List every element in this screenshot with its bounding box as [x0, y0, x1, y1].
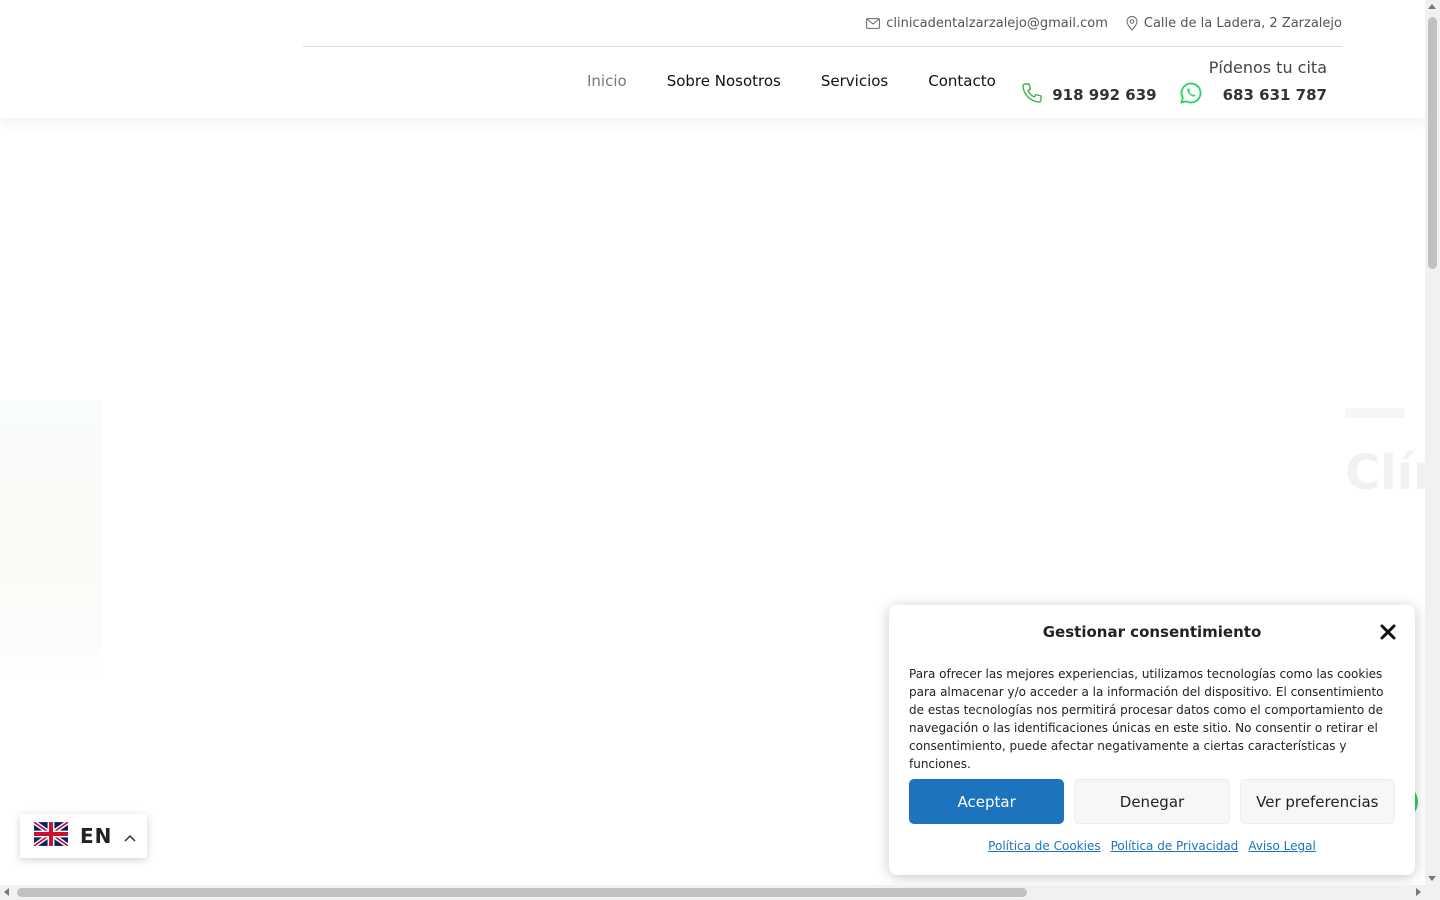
- hero-faded-tagline: [1345, 408, 1405, 418]
- deny-button[interactable]: Denegar: [1074, 779, 1230, 824]
- nav-inicio[interactable]: Inicio: [587, 72, 627, 90]
- topbar-address[interactable]: Calle de la Ladera, 2 Zarzalejo: [1126, 16, 1342, 31]
- mail-icon: [866, 17, 881, 29]
- horizontal-scroll-thumb[interactable]: [17, 888, 1027, 897]
- whatsapp-icon: [1179, 81, 1203, 109]
- main-nav: Inicio Sobre Nosotros Servicios Contacto: [587, 72, 996, 90]
- scroll-right-arrow[interactable]: [1416, 888, 1421, 896]
- nav-contacto[interactable]: Contacto: [928, 72, 996, 90]
- phone-icon: [1020, 81, 1044, 109]
- cookie-policy-link[interactable]: Política de Cookies: [988, 839, 1100, 853]
- phone-link[interactable]: 918 992 639: [1020, 81, 1157, 109]
- cta-phones: 918 992 639 683 631 787: [1020, 81, 1327, 109]
- consent-title: Gestionar consentimiento: [1042, 623, 1262, 641]
- scroll-down-arrow[interactable]: [1428, 876, 1436, 881]
- appointment-cta: Pídenos tu cita 918 992 639 683 631 787: [1020, 58, 1327, 109]
- legal-notice-link[interactable]: Aviso Legal: [1248, 839, 1316, 853]
- cta-title: Pídenos tu cita: [1208, 58, 1327, 77]
- hero-image-edge: [0, 400, 102, 675]
- nav-servicios[interactable]: Servicios: [821, 72, 888, 90]
- cookie-consent-dialog: Gestionar consentimiento Para ofrecer la…: [889, 605, 1415, 875]
- consent-text: Para ofrecer las mejores experiencias, u…: [909, 667, 1384, 771]
- language-code: EN: [80, 824, 113, 848]
- consent-links: Política de Cookies Política de Privacid…: [889, 839, 1415, 853]
- nav-sobre-nosotros[interactable]: Sobre Nosotros: [667, 72, 781, 90]
- consent-buttons: Aceptar Denegar Ver preferencias: [909, 779, 1395, 824]
- preferences-button[interactable]: Ver preferencias: [1239, 779, 1395, 824]
- whatsapp-link[interactable]: 683 631 787: [1179, 81, 1327, 109]
- scrollbar-corner: [1425, 885, 1440, 900]
- privacy-policy-link[interactable]: Política de Privacidad: [1111, 839, 1239, 853]
- language-switcher[interactable]: EN: [20, 814, 147, 858]
- phone-number: 918 992 639: [1052, 86, 1157, 104]
- address-text: Calle de la Ladera, 2 Zarzalejo: [1143, 15, 1342, 31]
- accept-button[interactable]: Aceptar: [909, 779, 1065, 824]
- topbar: clinicadentalzarzalejo@gmail.com Calle d…: [303, 0, 1342, 47]
- vertical-scroll-thumb[interactable]: [1428, 17, 1437, 269]
- horizontal-scrollbar[interactable]: [0, 885, 1425, 900]
- email-text: clinicadentalzarzalejo@gmail.com: [886, 15, 1108, 31]
- site-header: clinicadentalzarzalejo@gmail.com Calle d…: [0, 0, 1425, 118]
- uk-flag-icon: [32, 820, 70, 850]
- scroll-up-arrow[interactable]: [1428, 4, 1436, 9]
- close-icon[interactable]: [1379, 623, 1397, 641]
- topbar-email[interactable]: clinicadentalzarzalejo@gmail.com: [866, 16, 1108, 31]
- scroll-left-arrow[interactable]: [4, 888, 9, 896]
- vertical-scrollbar[interactable]: [1425, 0, 1440, 885]
- whatsapp-number: 683 631 787: [1222, 86, 1327, 104]
- chevron-up-icon: [124, 827, 136, 846]
- location-pin-icon: [1126, 15, 1138, 31]
